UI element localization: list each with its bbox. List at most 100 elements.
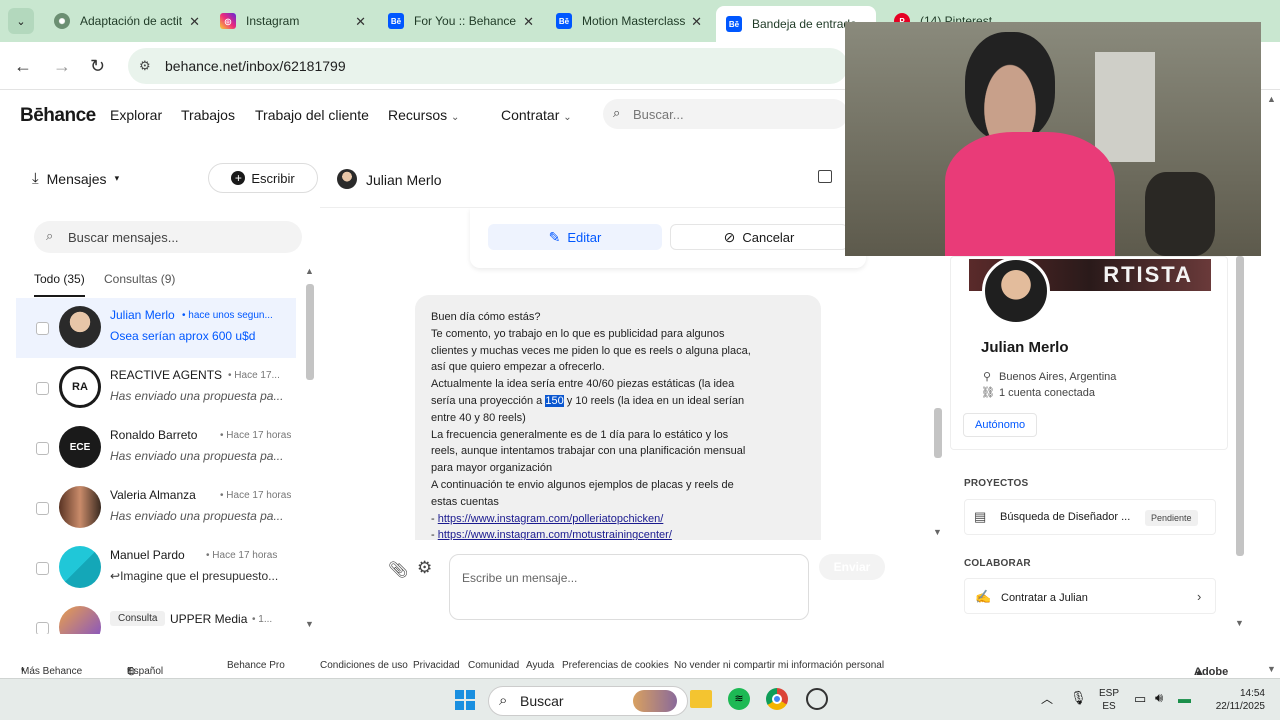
- footer-do-not-sell[interactable]: No vender ni compartir mi información pe…: [674, 660, 884, 671]
- archive-icon[interactable]: [818, 170, 832, 183]
- send-button[interactable]: Enviar: [819, 554, 885, 580]
- conversation-item[interactable]: RA REACTIVE AGENTS • Hace 17... Has envi…: [16, 358, 296, 418]
- footer-privacy[interactable]: Privacidad: [413, 660, 460, 671]
- project-row[interactable]: ▤ Búsqueda de Diseñador ... Pendiente: [964, 499, 1216, 535]
- paperclip-icon[interactable]: 📎︎: [388, 560, 408, 580]
- close-icon[interactable]: ✕: [523, 14, 534, 30]
- tab-search-button[interactable]: ⌄: [8, 8, 34, 34]
- nav-recursos[interactable]: Recursos ⌄: [388, 107, 459, 123]
- scroll-down-arrow-icon[interactable]: ▼: [305, 619, 314, 629]
- message-line: clientes y muchas veces me piden lo que …: [431, 344, 751, 357]
- message-bubble[interactable]: Buen día cómo estás? Te comento, yo trab…: [415, 295, 821, 540]
- tab-motion-masterclass[interactable]: Bē Motion Masterclass ✕: [546, 6, 712, 36]
- conversation-preview: Has enviado una propuesta pa...: [110, 509, 284, 523]
- availability-tag: Autónomo: [963, 413, 1038, 437]
- footer-cookies[interactable]: Preferencias de cookies: [562, 660, 669, 671]
- edit-button[interactable]: ✎ Editar: [488, 224, 662, 250]
- conversation-item[interactable]: ECE Ronaldo Barreto • Hace 17 horas Has …: [16, 418, 296, 478]
- conversation-item[interactable]: Julian Merlo • hace unos segun... Osea s…: [16, 298, 296, 358]
- display-icon[interactable]: ▭: [1134, 691, 1146, 707]
- conversation-checkbox[interactable]: [36, 382, 49, 395]
- tab-chatgpt[interactable]: ✺ Adaptación de actit ✕: [44, 6, 210, 36]
- language-indicator[interactable]: ESP ES: [1099, 687, 1119, 713]
- forward-arrow-icon[interactable]: →: [53, 56, 71, 77]
- profile-panel: RTISTA Julian Merlo ⚲ Buenos Aires, Arge…: [950, 256, 1238, 634]
- chat-contact-name[interactable]: Julian Merlo: [366, 172, 441, 188]
- nav-trabajo-cliente[interactable]: Trabajo del cliente: [255, 107, 369, 123]
- profile-name[interactable]: Julian Merlo: [981, 339, 1069, 356]
- battery-icon[interactable]: ▬: [1178, 691, 1191, 706]
- nav-contratar[interactable]: Contratar ⌄: [501, 107, 572, 123]
- message-line: Actualmente la idea sería entre 40/60 pi…: [431, 378, 735, 391]
- spotify-icon[interactable]: ≋: [728, 688, 750, 710]
- chrome-icon[interactable]: [766, 688, 788, 710]
- tab-title: Motion Masterclass: [582, 14, 686, 28]
- footer-terms[interactable]: Condiciones de uso: [320, 660, 408, 671]
- instagram-link[interactable]: https://www.instagram.com/motustrainingc…: [438, 529, 672, 540]
- volume-icon[interactable]: 🔊︎: [1155, 690, 1163, 706]
- conversation-checkbox[interactable]: [36, 622, 49, 634]
- footer-help[interactable]: Ayuda: [526, 660, 554, 671]
- scroll-down-arrow-icon[interactable]: ▼: [1235, 618, 1244, 628]
- avatar[interactable]: [982, 257, 1050, 325]
- windows-start-icon[interactable]: [455, 690, 475, 710]
- connected-accounts[interactable]: 1 cuenta conectada: [999, 387, 1095, 399]
- behance-logo[interactable]: Bēhance: [20, 105, 96, 127]
- close-icon[interactable]: ✕: [355, 14, 366, 30]
- tab-behance-foryou[interactable]: Bē For You :: Behance ✕: [378, 6, 544, 36]
- settings-gear-icon[interactable]: ⚙: [417, 558, 432, 578]
- site-info-icon[interactable]: ⚙: [139, 58, 151, 74]
- microphone-icon[interactable]: 🎙︎: [1070, 690, 1087, 706]
- url-field[interactable]: ⚙ behance.net/inbox/62181799: [128, 48, 848, 84]
- chat-header: Julian Merlo: [320, 150, 846, 208]
- filter-todo[interactable]: Todo (35): [34, 272, 85, 297]
- close-icon[interactable]: ✕: [189, 14, 200, 30]
- chevron-up-icon[interactable]: ︿: [1041, 690, 1053, 707]
- conversation-checkbox[interactable]: [36, 322, 49, 335]
- reload-icon[interactable]: ↻: [90, 56, 105, 77]
- conversation-item[interactable]: Valeria Almanza • Hace 17 horas Has envi…: [16, 478, 296, 538]
- sidebar-scrollbar[interactable]: [306, 284, 314, 380]
- nav-trabajos[interactable]: Trabajos: [181, 107, 235, 123]
- date: 22/11/2025: [1215, 701, 1265, 712]
- search-icon: ⌕: [46, 228, 54, 243]
- nav-explorar[interactable]: Explorar: [110, 107, 162, 123]
- cancel-label: Cancelar: [742, 229, 795, 245]
- instagram-icon: ◎: [220, 13, 236, 29]
- preview-text: Imagine que el presupuesto...: [120, 569, 279, 583]
- app-icon[interactable]: [806, 688, 828, 710]
- compose-button[interactable]: + Escribir: [208, 163, 318, 193]
- scroll-down-arrow-icon[interactable]: ▼: [933, 527, 942, 537]
- conversation-checkbox[interactable]: [36, 502, 49, 515]
- back-arrow-icon[interactable]: ←: [14, 56, 32, 77]
- cancel-button[interactable]: ⊘ Cancelar: [670, 224, 848, 250]
- filter-consultas[interactable]: Consultas (9): [104, 272, 175, 286]
- file-explorer-icon[interactable]: [690, 690, 712, 708]
- instagram-link[interactable]: https://www.instagram.com/polleriatopchi…: [438, 513, 664, 525]
- footer-behance-pro[interactable]: Behance Pro: [227, 660, 285, 671]
- message-input[interactable]: Escribe un mensaje...: [449, 554, 809, 620]
- scroll-up-arrow-icon[interactable]: ▲: [1267, 94, 1276, 104]
- footer-text: Español: [127, 666, 164, 677]
- chat-scrollbar[interactable]: [934, 408, 942, 458]
- page-scrollbar[interactable]: [1236, 256, 1244, 556]
- hire-row[interactable]: ✍ Contratar a Julian ›: [964, 578, 1216, 614]
- conversation-item[interactable]: Manuel Pardo • Hace 17 horas ↩Imagine qu…: [16, 538, 296, 598]
- scroll-up-arrow-icon[interactable]: ▲: [305, 266, 314, 276]
- tab-instagram[interactable]: ◎ Instagram ✕: [210, 6, 376, 36]
- conversation-checkbox[interactable]: [36, 562, 49, 575]
- messages-dropdown[interactable]: ⤓ Mensajes ▾: [32, 170, 119, 187]
- footer-community[interactable]: Comunidad: [468, 660, 519, 671]
- conversation-time: • hace unos segun...: [182, 310, 273, 321]
- taskbar-search[interactable]: ⌕ Buscar: [488, 686, 688, 716]
- time-text: Hace 17 horas: [226, 430, 292, 441]
- consulta-badge: Consulta: [110, 611, 166, 626]
- conversation-checkbox[interactable]: [36, 442, 49, 455]
- document-edit-icon: ✍: [975, 589, 992, 604]
- close-icon[interactable]: ✕: [691, 14, 702, 30]
- clock[interactable]: 14:54 22/11/2025: [1205, 687, 1265, 713]
- messages-search-input[interactable]: ⌕ Buscar mensajes...: [34, 221, 302, 253]
- conversation-item[interactable]: Consulta UPPER Media • 1...: [16, 598, 296, 634]
- header-search-input[interactable]: ⌕ Buscar...: [603, 99, 848, 129]
- edit-label: Editar: [567, 229, 602, 245]
